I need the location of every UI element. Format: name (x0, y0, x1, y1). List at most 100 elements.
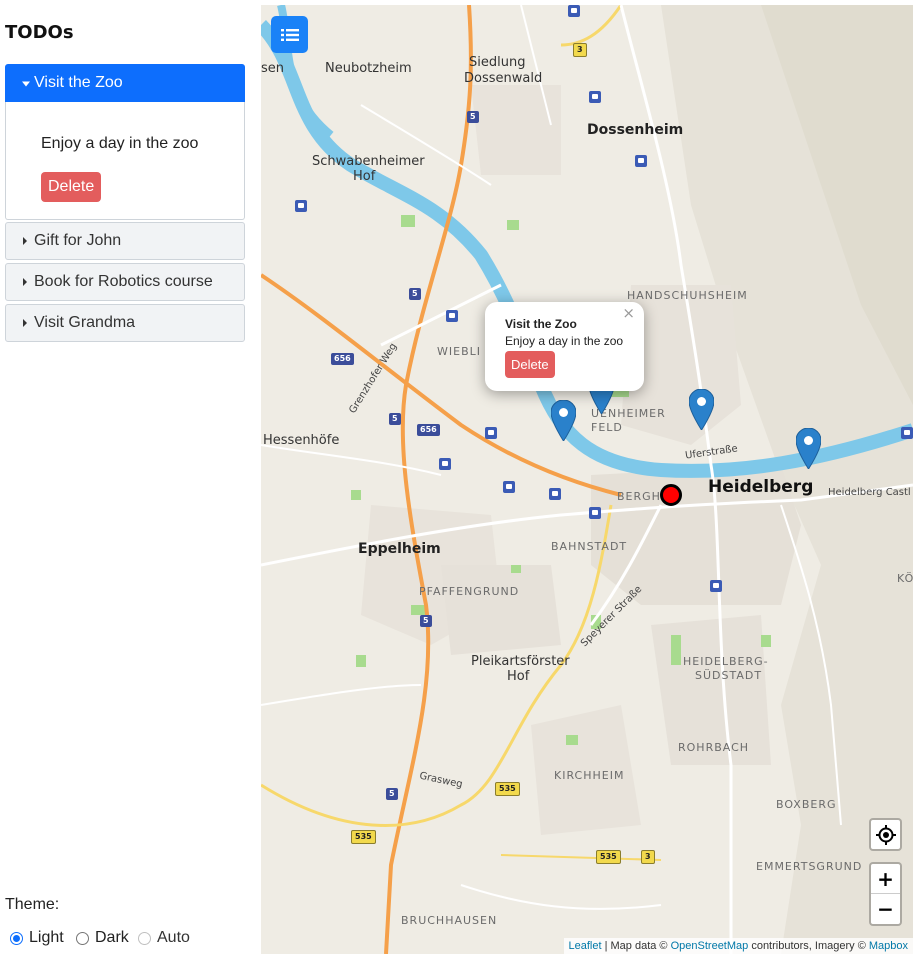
theme-dark-radio[interactable] (76, 931, 89, 945)
theme-dark-label: Dark (95, 929, 129, 946)
map-label-boxberg: BOXBERG (776, 798, 837, 811)
todo-item-book-for-robotics[interactable]: Book for Robotics course (5, 263, 245, 301)
marker-popup: × Visit the Zoo Enjoy a day in the zoo D… (485, 302, 644, 406)
current-location-marker (660, 484, 682, 506)
todo-sidebar: TODOs Visit the Zoo Enjoy a day in the z… (0, 0, 261, 960)
map-label-bruchhausen: BRUCHHAUSEN (401, 914, 498, 927)
todo-label: Book for Robotics course (34, 273, 213, 290)
mapbox-link[interactable]: Mapbox (869, 940, 908, 952)
map-label-neubotzheim: Neubotzheim (325, 61, 412, 76)
tram-stop-icon (589, 91, 601, 103)
road-shield: 535 (351, 830, 376, 844)
tram-stop-icon (446, 310, 458, 322)
popup-close-icon[interactable]: × (622, 304, 635, 322)
road-shield: 5 (386, 788, 398, 800)
zoom-in-button[interactable]: + (871, 864, 900, 894)
map-label-heidelberg-castle: Heidelberg Castl (828, 487, 911, 498)
tram-stop-icon (589, 507, 601, 519)
map-label-hessenhofe: Hessenhöfe (263, 433, 340, 448)
theme-dark-option[interactable]: Dark (76, 929, 129, 947)
todo-marker[interactable] (689, 389, 714, 430)
map-label-pfaffengrund: PFAFFENGRUND (419, 585, 520, 598)
leaflet-link[interactable]: Leaflet (569, 940, 602, 952)
app-title: TODOs (5, 22, 74, 43)
tram-stop-icon (439, 458, 451, 470)
tram-stop-icon (901, 427, 913, 439)
theme-light-option[interactable]: Light (10, 929, 64, 947)
todo-label: Visit Grandma (34, 314, 136, 331)
tram-stop-icon (503, 481, 515, 493)
theme-label: Theme: (5, 896, 60, 913)
popup-description: Enjoy a day in the zoo (505, 334, 624, 348)
theme-light-label: Light (29, 929, 64, 946)
map-label-bergheim: BERGH (617, 490, 661, 503)
map-label-heidelberg: Heidelberg (708, 477, 814, 497)
caret-right-icon (23, 278, 27, 286)
popup-delete-button[interactable]: Delete (505, 351, 555, 378)
map-label-pleikartsforster-hof: Hof (507, 669, 530, 684)
todo-label: Visit the Zoo (34, 74, 123, 91)
map-label-schwabenheimer: Schwabenheimer (312, 154, 425, 169)
tram-stop-icon (549, 488, 561, 500)
todo-label: Gift for John (34, 232, 122, 249)
todo-item-visit-the-zoo[interactable]: Visit the Zoo (5, 64, 245, 102)
tram-stop-icon (710, 580, 722, 592)
map-label-schwabenheimer-hof: Hof (353, 169, 376, 184)
map-label-rohrbach: ROHRBACH (678, 741, 750, 754)
map-label-koenigstuhl: KÖ (897, 572, 913, 585)
map-label-suedstadt: SÜDSTADT (695, 669, 763, 682)
todo-marker[interactable] (796, 428, 821, 469)
crosshair-icon (875, 824, 896, 845)
map-label-feld: FELD (591, 421, 623, 434)
zoom-control: + − (869, 862, 902, 926)
theme-auto-option: Auto (138, 929, 190, 947)
todo-item-gift-for-john[interactable]: Gift for John (5, 222, 245, 260)
tram-stop-icon (485, 427, 497, 439)
todo-description: Enjoy a day in the zoo (41, 135, 199, 152)
map-label-dossenwald: Dossenwald (464, 71, 543, 86)
map-tiles (261, 5, 913, 954)
road-shield: 5 (420, 615, 432, 627)
list-icon (280, 28, 299, 41)
map-label-pleikartsforster: Pleikartsförster (471, 654, 570, 669)
todo-details: Enjoy a day in the zoo Delete (5, 102, 245, 220)
caret-right-icon (23, 319, 27, 327)
todo-marker-visit-the-zoo[interactable] (551, 400, 576, 441)
map-label-bahnstadt: BAHNSTADT (551, 540, 628, 553)
map-label-kirchheim: KIRCHHEIM (554, 769, 625, 782)
road-shield: 5 (409, 288, 421, 300)
locate-me-button[interactable] (869, 818, 902, 851)
road-shield: 3 (641, 850, 655, 864)
tram-stop-icon (295, 200, 307, 212)
road-shield: 3 (573, 43, 587, 57)
theme-auto-label: Auto (157, 929, 190, 946)
attribution-text: contributors, Imagery © (748, 940, 869, 952)
todo-item-visit-grandma[interactable]: Visit Grandma (5, 304, 245, 342)
openstreetmap-link[interactable]: OpenStreetMap (671, 940, 749, 952)
map-label-handschuhsheim: HANDSCHUHSHEIM (627, 289, 748, 302)
map-label-sen: sen (261, 61, 285, 76)
map-label-siedlung: Siedlung (469, 55, 526, 70)
road-shield: 656 (417, 424, 440, 436)
theme-light-radio[interactable] (10, 931, 23, 945)
road-shield: 535 (596, 850, 621, 864)
road-shield: 656 (331, 353, 354, 365)
road-shield: 5 (467, 111, 479, 123)
delete-todo-button[interactable]: Delete (41, 172, 102, 202)
map-label-heidelberg-suedstadt: HEIDELBERG- (683, 655, 769, 668)
road-shield: 535 (495, 782, 520, 796)
attribution-text: | Map data © (601, 940, 671, 952)
popup-title: Visit the Zoo (505, 317, 577, 331)
tram-stop-icon (635, 155, 647, 167)
toggle-list-button[interactable] (271, 16, 308, 53)
map-attribution: Leaflet | Map data © OpenStreetMap contr… (563, 938, 913, 954)
caret-right-icon (23, 237, 27, 245)
map-label-eppelheim: Eppelheim (358, 541, 441, 557)
map-view[interactable]: sen Neubotzheim Siedlung Dossenwald Doss… (261, 5, 913, 954)
theme-auto-radio (138, 931, 151, 945)
road-shield: 5 (389, 413, 401, 425)
map-label-wieblingen: WIEBLI (437, 345, 481, 358)
map-label-dossenheim: Dossenheim (587, 122, 684, 138)
zoom-out-button[interactable]: − (871, 894, 900, 924)
map-label-emmertsgrund: EMMERTSGRUND (756, 860, 863, 873)
